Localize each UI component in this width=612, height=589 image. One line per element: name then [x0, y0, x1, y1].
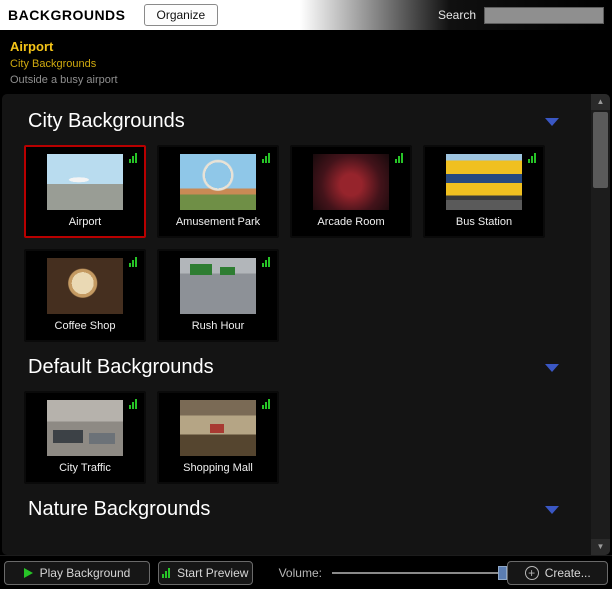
tile-thumbnail — [47, 400, 123, 456]
volume-bars-icon — [129, 257, 137, 267]
selection-info: Airport City Backgrounds Outside a busy … — [0, 30, 612, 94]
scrollbar-up-icon[interactable]: ▲ — [591, 94, 610, 110]
tile-thumbnail — [180, 258, 256, 314]
tile-coffee-shop[interactable]: Coffee Shop — [24, 249, 146, 342]
tile-grid-city: Airport Amusement Park Arcade Room Bus S… — [24, 145, 577, 342]
section-title: City Backgrounds — [28, 110, 185, 133]
footer-bar: Play Background Start Preview Volume: + … — [0, 555, 612, 589]
top-bar: BACKGROUNDS Organize Search — [0, 0, 612, 30]
selected-background-category: City Backgrounds — [10, 58, 602, 70]
scrollbar-track[interactable]: ▲ ▼ — [591, 94, 610, 555]
tile-bus-station[interactable]: Bus Station — [423, 145, 545, 238]
tile-thumbnail — [47, 258, 123, 314]
chevron-down-icon[interactable] — [545, 506, 559, 514]
scrollbar-down-icon[interactable]: ▼ — [591, 539, 610, 555]
create-label: Create... — [545, 566, 591, 580]
create-button[interactable]: + Create... — [507, 561, 608, 585]
selected-background-description: Outside a busy airport — [10, 74, 602, 86]
volume-bars-icon — [528, 153, 536, 163]
volume-bars-icon — [262, 399, 270, 409]
search-input[interactable] — [484, 7, 604, 24]
tile-thumbnail — [446, 154, 522, 210]
section-title: Default Backgrounds — [28, 356, 214, 379]
start-preview-button[interactable]: Start Preview — [158, 561, 253, 585]
tile-label: Airport — [26, 216, 144, 228]
tile-amusement-park[interactable]: Amusement Park — [157, 145, 279, 238]
volume-bars-icon — [129, 153, 137, 163]
volume-bars-icon — [129, 399, 137, 409]
volume-bars-icon — [162, 568, 170, 578]
tile-thumbnail — [180, 154, 256, 210]
chevron-down-icon[interactable] — [545, 118, 559, 126]
volume-bars-icon — [395, 153, 403, 163]
search-label: Search — [438, 8, 476, 22]
volume-bars-icon — [262, 257, 270, 267]
selected-background-name: Airport — [10, 39, 602, 54]
tile-city-traffic[interactable]: City Traffic — [24, 391, 146, 484]
tile-shopping-mall[interactable]: Shopping Mall — [157, 391, 279, 484]
section-header-default: Default Backgrounds — [28, 356, 577, 379]
volume-slider[interactable] — [332, 566, 507, 580]
tile-label: Bus Station — [425, 216, 543, 228]
tile-thumbnail — [47, 154, 123, 210]
tile-label: Amusement Park — [159, 216, 277, 228]
play-icon — [24, 568, 33, 578]
organize-button[interactable]: Organize — [144, 4, 219, 26]
tile-airport[interactable]: Airport — [24, 145, 146, 238]
tile-label: Rush Hour — [159, 320, 277, 332]
page-title: BACKGROUNDS — [8, 7, 126, 23]
tile-thumbnail — [180, 400, 256, 456]
volume-slider-track — [332, 572, 507, 574]
section-header-nature: Nature Backgrounds — [28, 498, 577, 521]
content-row: City Backgrounds Airport Amusement Park … — [2, 94, 610, 555]
volume-label: Volume: — [279, 566, 322, 580]
scrollbar-thumb[interactable] — [593, 112, 608, 188]
section-header-city: City Backgrounds — [28, 110, 577, 133]
tile-grid-default: City Traffic Shopping Mall — [24, 391, 577, 484]
volume-bars-icon — [262, 153, 270, 163]
plus-circle-icon: + — [525, 566, 539, 580]
backgrounds-panel: City Backgrounds Airport Amusement Park … — [2, 94, 591, 555]
start-preview-label: Start Preview — [177, 566, 248, 580]
section-title: Nature Backgrounds — [28, 498, 210, 521]
tile-label: Shopping Mall — [159, 462, 277, 474]
tile-label: City Traffic — [26, 462, 144, 474]
play-background-button[interactable]: Play Background — [4, 561, 150, 585]
tile-label: Coffee Shop — [26, 320, 144, 332]
tile-label: Arcade Room — [292, 216, 410, 228]
volume-slider-handle[interactable] — [498, 566, 507, 580]
tile-rush-hour[interactable]: Rush Hour — [157, 249, 279, 342]
chevron-down-icon[interactable] — [545, 364, 559, 372]
tile-arcade-room[interactable]: Arcade Room — [290, 145, 412, 238]
tile-thumbnail — [313, 154, 389, 210]
play-background-label: Play Background — [40, 566, 131, 580]
